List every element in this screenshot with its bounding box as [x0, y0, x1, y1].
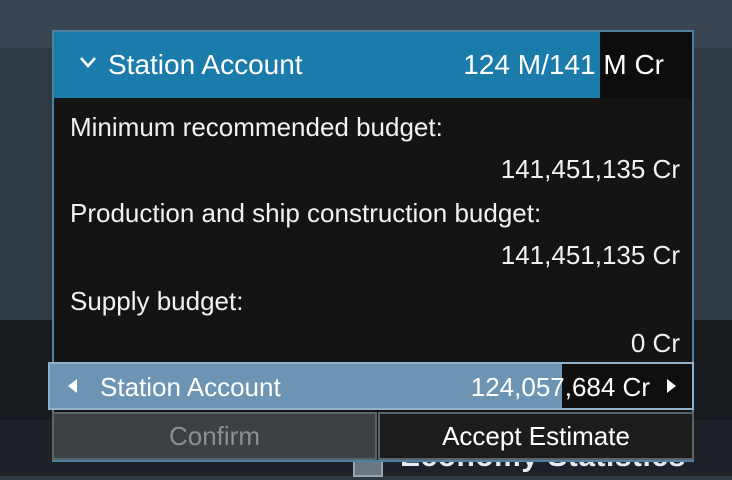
confirm-button[interactable]: Confirm — [52, 412, 377, 460]
production-budget-label: Production and ship construction budget: — [70, 198, 542, 228]
station-account-header[interactable]: Station Account 124 M/141 M Cr — [54, 32, 692, 98]
chevron-down-icon[interactable] — [78, 52, 98, 72]
arrow-right-icon[interactable] — [667, 379, 676, 393]
account-selector[interactable]: Station Account 124,057,684 Cr — [48, 362, 694, 410]
supply-budget-value: 0 Cr — [630, 328, 680, 358]
header-title: Station Account — [108, 49, 303, 80]
min-budget-label: Minimum recommended budget: — [70, 112, 443, 142]
selector-label: Station Account — [100, 372, 281, 402]
selector-value: 124,057,684 Cr — [470, 372, 650, 402]
production-budget-value: 141,451,135 Cr — [500, 240, 680, 270]
supply-budget-label: Supply budget: — [70, 286, 244, 316]
header-amount: 124 M/141 M Cr — [463, 49, 664, 80]
accept-estimate-button[interactable]: Accept Estimate — [378, 412, 694, 460]
min-budget-value: 141,451,135 Cr — [500, 154, 680, 184]
arrow-left-icon[interactable] — [68, 379, 77, 393]
